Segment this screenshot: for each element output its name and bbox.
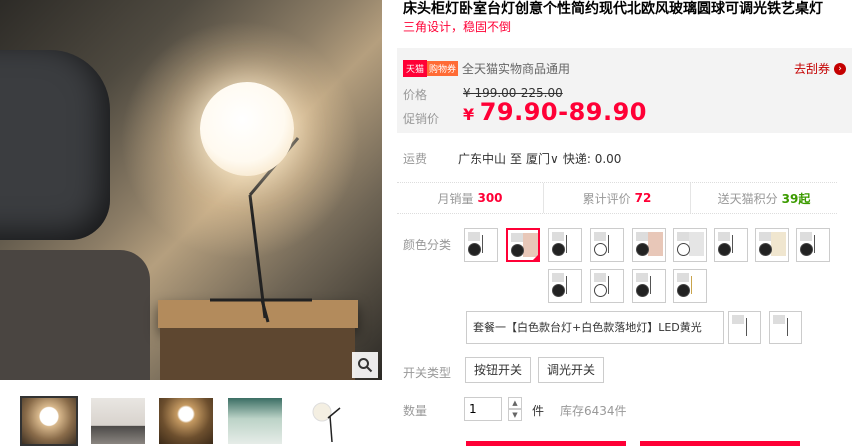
quantity-increase-button[interactable]: ▲	[508, 397, 522, 409]
price-label: 价格	[403, 88, 428, 102]
color-swatch[interactable]	[548, 228, 582, 262]
stats-bar: 月销量 300 累计评价 72 送天猫积分 39起	[397, 182, 837, 214]
review-count[interactable]: 累计评价 72	[544, 183, 691, 213]
thumbnail-4[interactable]	[228, 398, 282, 444]
switch-type-label: 开关类型	[403, 366, 452, 380]
color-swatch[interactable]	[464, 228, 498, 262]
color-swatch-selected[interactable]	[506, 228, 540, 262]
quantity-label: 数量	[403, 404, 428, 418]
shipping-label: 运费	[403, 152, 428, 166]
product-title: 床头柜灯卧室台灯创意个性简约现代北欧风玻璃圆球可调光铁艺桌灯	[403, 1, 823, 17]
quantity-unit: 件	[532, 404, 545, 418]
ship-to-word: 至	[510, 152, 523, 166]
thumbnail-2[interactable]	[91, 398, 145, 444]
combo-swatch[interactable]	[769, 311, 802, 344]
tmall-points-value: 39起	[781, 191, 811, 206]
tmall-points: 送天猫积分 39起	[691, 183, 837, 213]
color-swatch[interactable]	[632, 269, 666, 303]
get-coupon-label: 去刮券	[793, 62, 830, 76]
review-count-value: 72	[634, 191, 652, 205]
add-to-cart-button-edge[interactable]	[640, 441, 800, 446]
zoom-button[interactable]	[352, 352, 378, 378]
main-product-image[interactable]	[0, 0, 382, 380]
lamp-stand-icon	[210, 137, 312, 323]
magnifier-icon	[358, 358, 373, 373]
promo-price-value: 79.90-89.90	[479, 98, 648, 126]
color-swatch[interactable]	[590, 228, 624, 262]
shipping-info: 广东中山 至 厦门∨ 快递: 0.00	[458, 150, 621, 167]
color-swatch[interactable]	[590, 269, 624, 303]
quantity-input[interactable]	[464, 397, 502, 421]
chevron-down-icon: ∨	[550, 152, 559, 166]
monthly-sales: 月销量 300	[397, 183, 544, 213]
thumbnail-3[interactable]	[159, 398, 213, 444]
arrow-right-circle-icon: ›	[834, 62, 846, 75]
ship-to-city: 厦门	[526, 152, 551, 166]
coupon-text: 全天猫实物商品通用	[462, 62, 571, 76]
monthly-sales-label: 月销量	[437, 191, 474, 206]
ship-from: 广东中山	[458, 152, 507, 166]
review-count-label: 累计评价	[582, 191, 631, 206]
price-panel: 天猫 购物券 全天猫实物商品通用 去刮券 › 价格 ¥ 199.00-225.0…	[397, 48, 852, 133]
color-swatch[interactable]	[632, 228, 666, 262]
promo-price-label: 促销价	[403, 112, 440, 126]
combo-option[interactable]: 套餐一【白色款台灯+白色款落地灯】LED黄光	[466, 311, 724, 344]
lamp-thumbnail-icon	[312, 402, 341, 443]
coupon-row: 天猫 购物券 全天猫实物商品通用	[403, 60, 570, 77]
color-swatch[interactable]	[714, 228, 748, 262]
thumbnail-strip	[20, 396, 382, 446]
switch-option-dimmer[interactable]: 调光开关	[538, 357, 605, 383]
monthly-sales-value: 300	[477, 191, 503, 205]
color-swatch[interactable]	[673, 269, 707, 303]
thumbnail-5[interactable]	[300, 398, 354, 444]
product-subtitle: 三角设计，稳固不倒	[403, 20, 512, 34]
thumbnail-1[interactable]	[20, 396, 78, 446]
get-coupon-link[interactable]: 去刮券 ›	[794, 60, 846, 77]
buy-now-button-edge[interactable]	[466, 441, 626, 446]
quantity-decrease-button[interactable]: ▼	[508, 409, 522, 421]
color-label: 颜色分类	[403, 238, 452, 252]
coupon-badge: 购物券	[427, 61, 459, 76]
currency-symbol: ¥	[463, 105, 475, 124]
selected-check-icon	[531, 253, 540, 262]
lamp-globe	[200, 82, 294, 176]
promo-price: ¥ 79.90-89.90	[463, 98, 647, 126]
color-swatch[interactable]	[796, 228, 830, 262]
stock-count: 库存6434件	[560, 404, 627, 418]
switch-option-button[interactable]: 按钮开关	[465, 357, 532, 383]
color-swatch[interactable]	[755, 228, 789, 262]
express-fee: 快递: 0.00	[562, 152, 622, 166]
ship-to-city-selector[interactable]: 厦门∨	[526, 150, 559, 167]
color-swatch[interactable]	[548, 269, 582, 303]
combo-swatch[interactable]	[728, 311, 761, 344]
color-swatch[interactable]	[673, 228, 707, 262]
tmall-badge: 天猫	[403, 60, 428, 77]
tmall-points-label: 送天猫积分	[717, 191, 778, 206]
